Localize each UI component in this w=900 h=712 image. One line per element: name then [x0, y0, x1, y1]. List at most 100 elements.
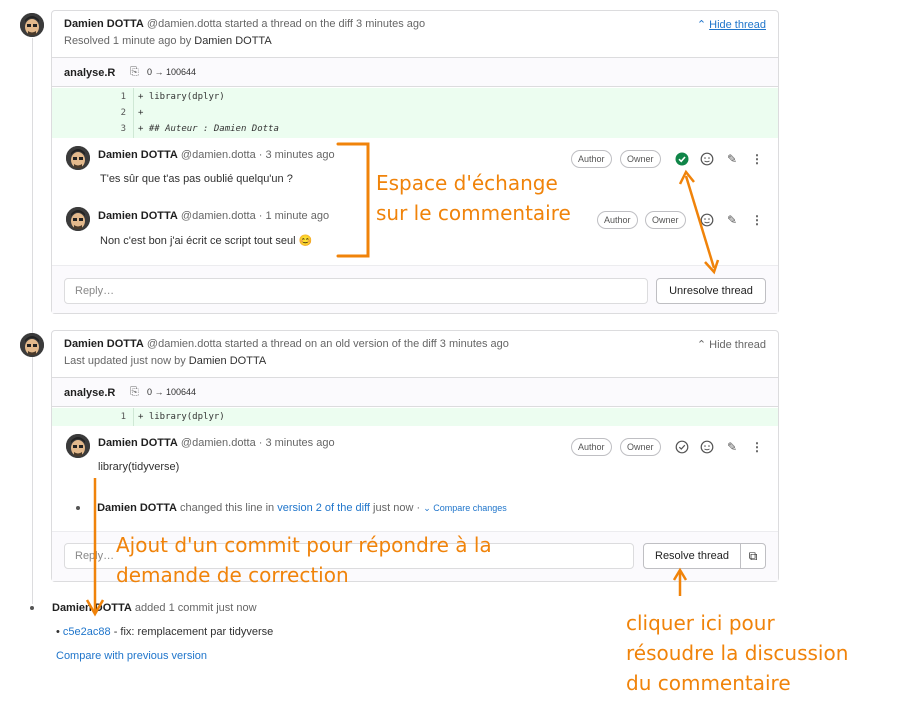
note-body: T'es sûr que t'as pas oublié quelqu'un ?	[100, 173, 293, 185]
comment-note: Damien DOTTA @damien.dotta · 3 minutes a…	[64, 434, 766, 492]
commit-event-bullet	[30, 606, 34, 610]
commit-message: - fix: remplacement par tidyverse	[113, 626, 274, 638]
hide-thread-label: Hide thread	[709, 339, 766, 351]
emoji-reaction-icon[interactable]	[700, 152, 714, 166]
note-author[interactable]: Damien DOTTA	[98, 437, 178, 449]
system-note-time: just now ·	[373, 502, 421, 514]
note-time[interactable]: · 3 minutes ago	[259, 149, 335, 161]
line-code: + ## Auteur : Damien Dotta	[138, 124, 279, 134]
commit-event-text: added 1 commit just now	[134, 602, 257, 614]
copy-path-icon[interactable]: ⎘	[130, 386, 139, 399]
emoji-reaction-icon[interactable]	[700, 213, 714, 227]
line-number[interactable]: 1	[110, 89, 126, 105]
annotation-line: résoudre la discussion	[626, 641, 849, 665]
hide-thread-toggle[interactable]: ⌃ Hide thread	[697, 338, 766, 351]
thread-status-user[interactable]: Damien DOTTA	[189, 355, 266, 367]
diff-line: 1 + library(dplyr)	[52, 409, 778, 425]
resolved-check-icon[interactable]	[675, 152, 689, 166]
file-mode-change: 0 → 100644	[147, 67, 197, 77]
thread-status-user[interactable]: Damien DOTTA	[194, 35, 271, 47]
compare-changes-toggle[interactable]: ⌄ Compare changes	[423, 503, 507, 513]
note-body: Non c'est bon j'ai écrit ce script tout …	[100, 235, 313, 247]
note-author[interactable]: Damien DOTTA	[98, 149, 178, 161]
commit-event: Damien DOTTA added 1 commit just now	[52, 602, 257, 614]
diff-file-header: analyse.R ⎘ 0 → 100644	[52, 377, 778, 407]
edit-pencil-icon[interactable]: ✎	[725, 440, 739, 454]
commit-list-item: • c5e2ac88 - fix: remplacement par tidyv…	[56, 626, 273, 638]
thread-status-line: Last updated just now by Damien DOTTA	[64, 355, 266, 367]
resolve-with-issue-icon[interactable]: ⧉	[740, 543, 766, 569]
thread-author-handle[interactable]: @damien.dotta	[147, 338, 222, 350]
more-actions-icon[interactable]: ⋮	[750, 440, 764, 454]
annotation-exchange: Espace d'échange sur le commentaire	[376, 168, 571, 228]
user-avatar[interactable]	[20, 13, 44, 37]
author-badge: Author	[597, 211, 638, 229]
edit-pencil-icon[interactable]: ✎	[725, 213, 739, 227]
note-avatar[interactable]	[66, 434, 90, 458]
resolve-thread-button[interactable]: Resolve thread	[643, 543, 741, 569]
copy-path-icon[interactable]: ⎘	[130, 66, 139, 79]
line-number[interactable]: 3	[110, 121, 126, 137]
annotation-commit: Ajout d'un commit pour répondre à la dem…	[116, 530, 492, 590]
note-author[interactable]: Damien DOTTA	[98, 210, 178, 222]
hide-thread-label: Hide thread	[709, 19, 766, 31]
thread-author-handle[interactable]: @damien.dotta	[147, 18, 222, 30]
chevron-down-icon: ⌄	[423, 503, 431, 513]
annotation-line: Espace d'échange	[376, 171, 558, 195]
reply-area: Reply… Unresolve thread	[52, 265, 778, 313]
line-code: +	[138, 108, 144, 118]
hide-thread-toggle[interactable]: ⌃ Hide thread	[697, 18, 766, 31]
line-code: + library(dplyr)	[138, 92, 225, 102]
thread-author-name[interactable]: Damien DOTTA	[64, 18, 144, 30]
diff-line: 2 +	[52, 105, 778, 121]
note-avatar[interactable]	[66, 146, 90, 170]
avatar-face-icon	[66, 207, 90, 231]
thread-action-text: started a thread on an old version of th…	[224, 338, 509, 350]
more-actions-icon[interactable]: ⋮	[750, 213, 764, 227]
commit-sha-link[interactable]: c5e2ac88	[63, 626, 111, 638]
note-time[interactable]: · 3 minutes ago	[259, 437, 335, 449]
edit-pencil-icon[interactable]: ✎	[725, 152, 739, 166]
annotation-line: du commentaire	[626, 671, 791, 695]
note-avatar[interactable]	[66, 207, 90, 231]
diff-line: 1 + library(dplyr)	[52, 89, 778, 105]
user-avatar[interactable]	[20, 333, 44, 357]
line-number[interactable]: 1	[110, 409, 126, 425]
discussion-thread-resolved: Damien DOTTA @damien.dotta started a thr…	[51, 10, 779, 314]
avatar-face-icon	[20, 13, 44, 37]
note-handle[interactable]: @damien.dotta	[181, 149, 256, 161]
note-meta: Damien DOTTA @damien.dotta · 1 minute ag…	[98, 210, 329, 222]
annotation-line: demande de correction	[116, 563, 349, 587]
resolve-check-icon[interactable]	[675, 440, 689, 454]
chevron-up-icon: ⌃	[696, 19, 707, 31]
note-handle[interactable]: @damien.dotta	[181, 437, 256, 449]
system-note-author[interactable]: Damien DOTTA	[97, 502, 177, 514]
system-note: Damien DOTTA changed this line in versio…	[76, 502, 507, 514]
commit-author[interactable]: Damien DOTTA	[52, 602, 132, 614]
thread-action-text: started a thread on the diff 3 minutes a…	[224, 18, 426, 30]
emoji-reaction-icon[interactable]	[700, 440, 714, 454]
more-actions-icon[interactable]: ⋮	[750, 152, 764, 166]
file-name[interactable]: analyse.R	[64, 387, 115, 399]
annotation-line: sur le commentaire	[376, 201, 571, 225]
note-time[interactable]: · 1 minute ago	[259, 210, 329, 222]
diff-lines: 1 + library(dplyr) 2 + 3 + ## Auteur : Dami…	[52, 88, 778, 138]
thread-status-text: Resolved 1 minute ago by	[64, 35, 192, 47]
diff-line: 3 + ## Auteur : Damien Dotta	[52, 121, 778, 137]
note-handle[interactable]: @damien.dotta	[181, 210, 256, 222]
diff-version-link[interactable]: version 2 of the diff	[277, 502, 370, 514]
thread-author-name[interactable]: Damien DOTTA	[64, 338, 144, 350]
unresolve-thread-button[interactable]: Unresolve thread	[656, 278, 766, 304]
list-bullet: •	[56, 626, 60, 638]
annotation-line: Ajout d'un commit pour répondre à la	[116, 533, 492, 557]
line-code: + library(dplyr)	[138, 412, 225, 422]
system-note-bullet	[76, 506, 80, 511]
line-number[interactable]: 2	[110, 105, 126, 121]
note-meta: Damien DOTTA @damien.dotta · 3 minutes a…	[98, 437, 335, 449]
compare-previous-version-link[interactable]: Compare with previous version	[56, 650, 207, 662]
thread-header-line: Damien DOTTA @damien.dotta started a thr…	[64, 338, 509, 350]
reply-input[interactable]: Reply…	[64, 278, 648, 304]
avatar-face-icon	[66, 146, 90, 170]
owner-badge: Owner	[620, 438, 661, 456]
file-name[interactable]: analyse.R	[64, 67, 115, 79]
